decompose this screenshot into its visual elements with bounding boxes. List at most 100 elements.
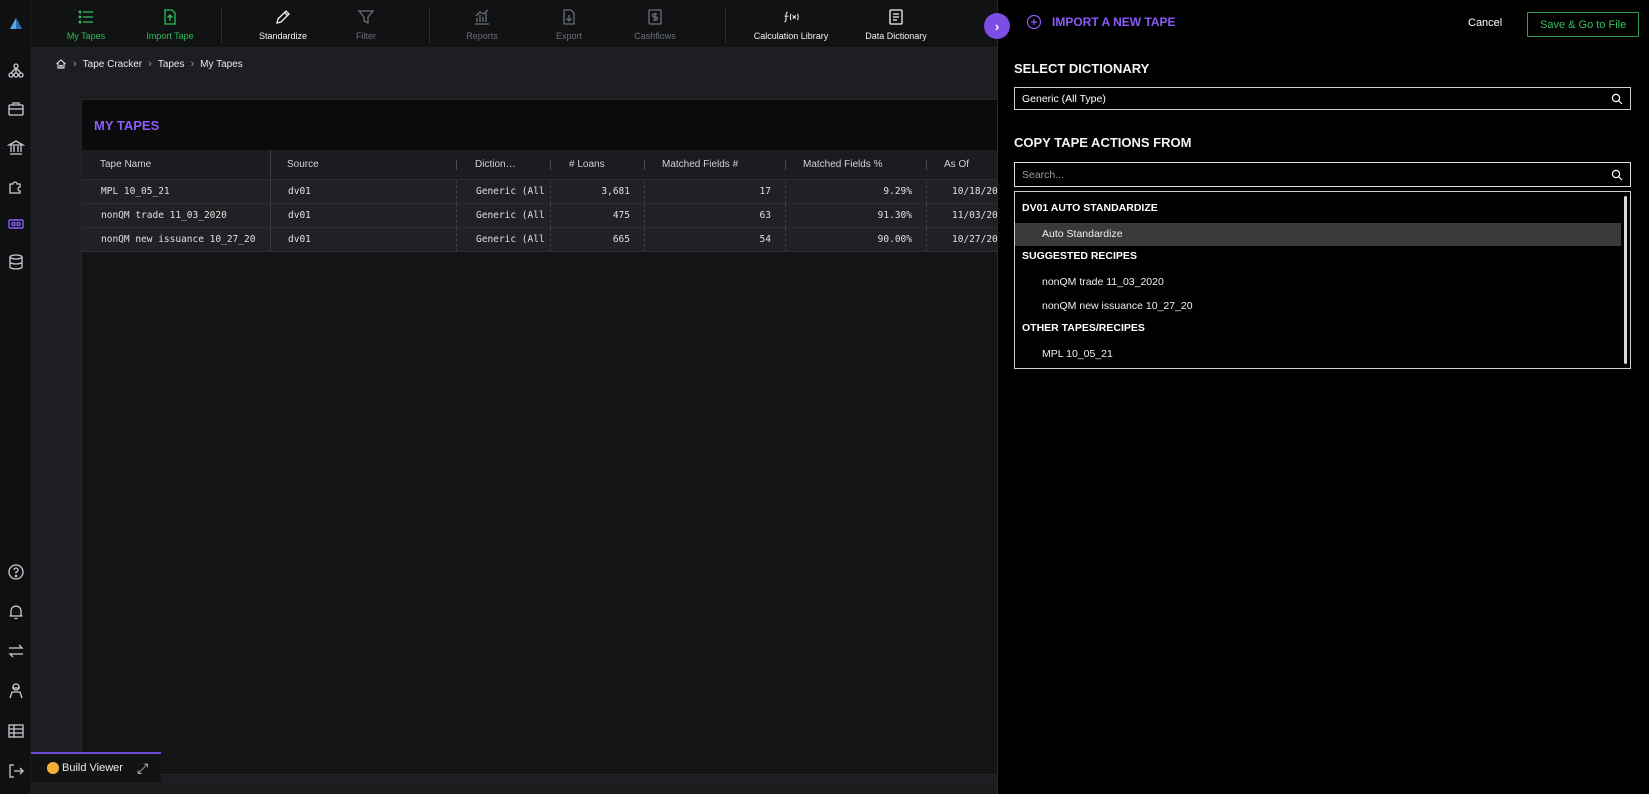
briefcase-icon[interactable] (0, 94, 31, 124)
tapes-icon[interactable] (0, 209, 31, 239)
save-and-go-button[interactable]: Save & Go to File (1527, 12, 1640, 37)
cell-source: dv01 (288, 186, 311, 197)
cashflows-button[interactable]: Cashflows (620, 0, 690, 48)
cashflows-label: Cashflows (634, 30, 676, 41)
toolbar-divider (221, 7, 222, 43)
bell-icon[interactable] (0, 597, 31, 627)
home-icon[interactable] (55, 58, 67, 70)
dictionary-select[interactable]: Generic (All Type) (1014, 87, 1631, 110)
expand-icon[interactable]: ⤢ (137, 760, 148, 777)
bank-icon[interactable] (0, 133, 31, 163)
filter-button[interactable]: Filter (331, 0, 401, 48)
left-nav-rail (0, 0, 31, 794)
column-header-tape-name[interactable]: Tape Name (100, 159, 151, 170)
plus-circle-icon (1026, 14, 1042, 30)
reports-label: Reports (466, 30, 498, 41)
table-row[interactable]: nonQM new issuance 10_27_20 dv01 Generic… (82, 228, 1000, 252)
cell-matched-pct: 90.00% (877, 234, 912, 245)
column-header-dictionary[interactable]: Diction… (475, 159, 516, 170)
data-dictionary-button[interactable]: Data Dictionary (855, 0, 937, 48)
cell-tape-name: nonQM new issuance 10_27_20 (101, 234, 256, 245)
file-download-icon (563, 8, 575, 25)
cell-divider (785, 228, 786, 252)
agent-icon[interactable] (0, 676, 31, 706)
column-resize-handle[interactable] (644, 160, 645, 170)
cell-divider (456, 228, 457, 252)
standardize-button[interactable]: Standardize (243, 0, 323, 48)
collapse-drawer-button[interactable]: › (984, 13, 1010, 39)
data-dictionary-label: Data Dictionary (865, 30, 927, 41)
cell-divider (926, 180, 927, 204)
column-header-loans[interactable]: # Loans (569, 159, 605, 170)
table-header: Tape Name Source Diction… # Loans Matche… (82, 150, 1000, 180)
filter-icon (357, 9, 375, 24)
book-icon (889, 8, 903, 25)
app-root: My Tapes Import Tape Standardize Filter … (0, 0, 1649, 794)
export-button[interactable]: Export (534, 0, 604, 48)
recipe-search[interactable] (1014, 162, 1631, 187)
table-row[interactable]: MPL 10_05_21 dv01 Generic (All Type) 3,6… (82, 180, 1000, 204)
import-tape-button[interactable]: Import Tape (128, 0, 212, 48)
my-tapes-label: My Tapes (66, 30, 106, 41)
breadcrumb-tapes[interactable]: Tapes (158, 59, 185, 70)
pinned-column-divider (270, 204, 271, 227)
column-resize-handle[interactable] (785, 160, 786, 170)
cell-divider (644, 228, 645, 252)
column-resize-handle[interactable] (456, 160, 457, 170)
cell-divider (785, 204, 786, 228)
table-icon[interactable] (0, 716, 31, 746)
file-upload-icon (164, 8, 176, 25)
chevron-right-icon: › (190, 58, 195, 70)
table-row[interactable]: nonQM trade 11_03_2020 dv01 Generic (All… (82, 204, 1000, 228)
column-resize-handle[interactable] (926, 160, 927, 170)
cell-matched-n: 63 (759, 210, 771, 221)
import-tape-label: Import Tape (146, 30, 194, 41)
cell-divider (785, 180, 786, 204)
standardize-label: Standardize (258, 30, 308, 41)
column-header-matched-fields-pct[interactable]: Matched Fields % (803, 159, 882, 170)
search-icon (1611, 169, 1623, 181)
chevron-right-icon: › (73, 58, 77, 70)
pinned-column-divider (270, 180, 271, 203)
column-header-as-of[interactable]: As Of (944, 159, 969, 170)
column-header-source[interactable]: Source (287, 159, 319, 170)
pinned-column-divider (270, 150, 271, 179)
toolbar-divider (725, 7, 726, 43)
cell-divider (550, 180, 551, 204)
logout-icon[interactable] (0, 756, 31, 786)
copy-tape-actions-label: COPY TAPE ACTIONS FROM (1014, 135, 1192, 150)
network-icon[interactable] (0, 56, 31, 86)
chevron-right-icon: › (994, 18, 1000, 34)
help-icon[interactable] (0, 557, 31, 587)
panel-title: MY TAPES (94, 117, 160, 133)
cell-divider (644, 180, 645, 204)
cell-as-of: 10/27/2020 (952, 234, 1000, 245)
puzzle-icon[interactable] (0, 171, 31, 201)
chart-icon (475, 8, 489, 25)
calculation-library-label: Calculation Library (753, 30, 829, 41)
column-header-matched-fields-n[interactable]: Matched Fields # (662, 159, 738, 170)
my-tapes-button[interactable]: My Tapes (49, 0, 123, 48)
build-viewer-tab[interactable]: Build Viewer ⤢ (31, 752, 161, 782)
logo-icon[interactable] (0, 9, 31, 39)
calculation-library-button[interactable]: Calculation Library (745, 0, 837, 48)
dropdown-group-other-tapes: OTHER TAPES/RECIPES (1022, 322, 1145, 334)
recipe-search-input[interactable] (1015, 163, 1595, 186)
dropdown-item-auto-standardize[interactable]: Auto Standardize (1015, 223, 1621, 246)
build-viewer-label: Build Viewer (62, 762, 123, 774)
dropdown-scrollbar[interactable] (1624, 196, 1627, 364)
transfer-icon[interactable] (0, 636, 31, 666)
column-resize-handle[interactable] (550, 160, 551, 170)
cell-matched-pct: 9.29% (883, 186, 912, 197)
horizontal-scrollbar[interactable] (31, 785, 1001, 794)
reports-button[interactable]: Reports (447, 0, 517, 48)
cell-dictionary: Generic (All Type) (476, 210, 550, 221)
dropdown-item-recipe[interactable]: nonQM trade 11_03_2020 (1015, 271, 1621, 294)
cancel-button[interactable]: Cancel (1460, 14, 1510, 34)
dropdown-item-tape[interactable]: MPL 10_05_21 (1015, 343, 1621, 366)
cell-dictionary: Generic (All Type) (476, 234, 550, 245)
dropdown-item-recipe[interactable]: nonQM new issuance 10_27_20 (1015, 295, 1621, 318)
breadcrumb: › Tape Cracker › Tapes › My Tapes (55, 56, 243, 72)
database-icon[interactable] (0, 247, 31, 277)
breadcrumb-tape-cracker[interactable]: Tape Cracker (83, 59, 142, 70)
